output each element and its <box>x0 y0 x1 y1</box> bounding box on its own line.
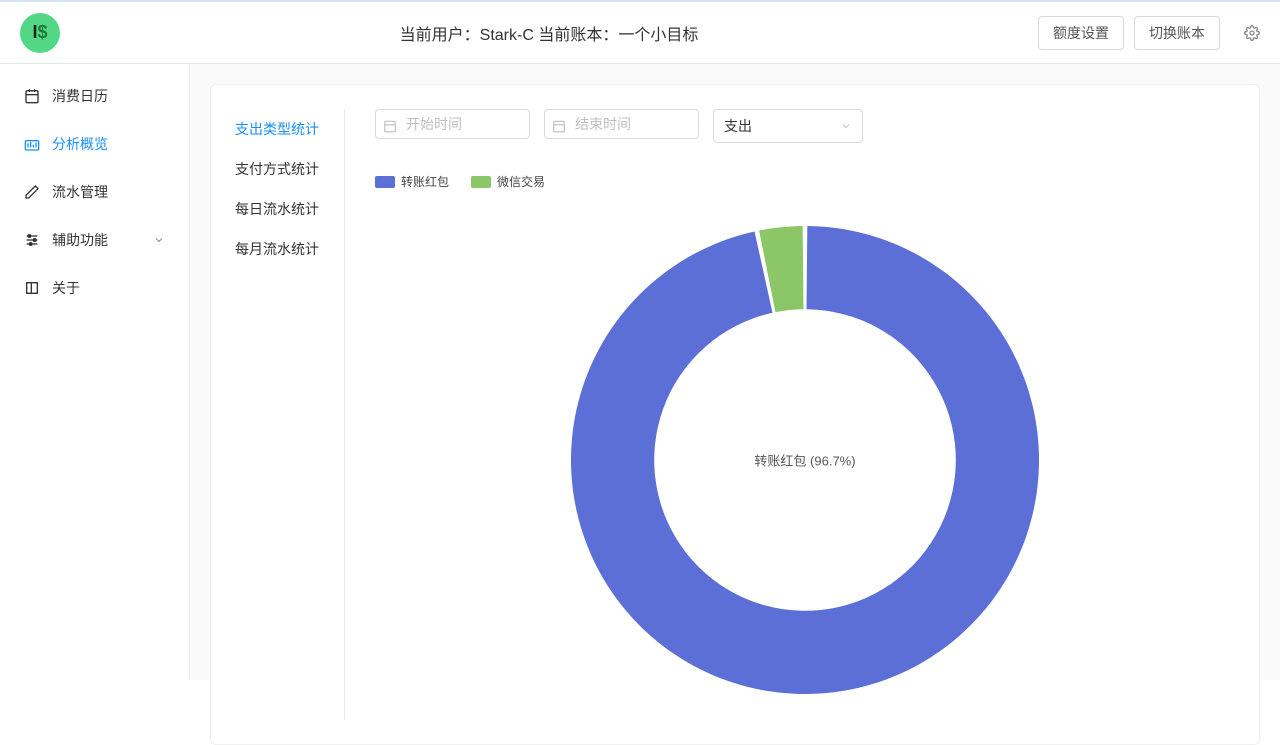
sidebar-item-label: 流水管理 <box>52 182 108 202</box>
book-icon <box>24 280 40 296</box>
legend-item-wechat[interactable]: 微信交易 <box>471 173 545 190</box>
start-date-field[interactable] <box>375 109 530 139</box>
header-title: 当前用户：Stark-C 当前账本：一个小目标 <box>60 21 1038 45</box>
end-date-field[interactable] <box>544 109 699 139</box>
sidebar-item-label: 消费日历 <box>52 86 108 106</box>
sidebar-item-calendar[interactable]: 消费日历 <box>0 72 189 120</box>
calendar-icon <box>24 88 40 104</box>
legend-item-transfer[interactable]: 转账红包 <box>375 173 449 190</box>
tab-monthly-flow[interactable]: 每月流水统计 <box>235 229 334 269</box>
sidebar-item-label: 分析概览 <box>52 134 108 154</box>
type-select[interactable]: 支出 <box>713 109 863 143</box>
tab-expense-type[interactable]: 支出类型统计 <box>235 109 334 149</box>
gear-icon[interactable] <box>1244 25 1260 41</box>
sliders-icon <box>24 232 40 248</box>
calendar-icon <box>383 119 397 133</box>
analytics-card: 支出类型统计 支付方式统计 每日流水统计 每月流水统计 支出 <box>210 84 1260 745</box>
sidebar-item-label: 辅助功能 <box>52 230 108 250</box>
end-date-input[interactable] <box>544 109 699 143</box>
tab-daily-flow[interactable]: 每日流水统计 <box>235 189 334 229</box>
switch-ledger-button[interactable]: 切换账本 <box>1134 16 1220 50</box>
chart-center-label: 转账红包 (96.7%) <box>754 451 855 470</box>
legend-label: 微信交易 <box>497 173 545 190</box>
sidebar: 消费日历 分析概览 流水管理 辅助功能 关于 <box>0 64 190 680</box>
sidebar-item-analytics[interactable]: 分析概览 <box>0 120 189 168</box>
edit-icon <box>24 184 40 200</box>
quota-settings-button[interactable]: 额度设置 <box>1038 16 1124 50</box>
stat-tabs: 支出类型统计 支付方式统计 每日流水统计 每月流水统计 <box>235 109 345 720</box>
sidebar-item-tools[interactable]: 辅助功能 <box>0 216 189 264</box>
legend-swatch <box>471 176 491 188</box>
header: I$ 当前用户：Stark-C 当前账本：一个小目标 额度设置 切换账本 <box>0 0 1280 64</box>
tab-payment-method[interactable]: 支付方式统计 <box>235 149 334 189</box>
calendar-icon <box>552 119 566 133</box>
start-date-input[interactable] <box>375 109 530 143</box>
sidebar-item-transactions[interactable]: 流水管理 <box>0 168 189 216</box>
select-value: 支出 <box>724 116 752 136</box>
sidebar-item-about[interactable]: 关于 <box>0 264 189 312</box>
filter-row: 支出 <box>375 109 1235 143</box>
donut-chart: 转账红包 (96.7%) <box>375 200 1235 720</box>
legend-label: 转账红包 <box>401 173 449 190</box>
chevron-down-icon <box>840 120 852 132</box>
chevron-down-icon <box>153 234 165 246</box>
app-logo: I$ <box>20 13 60 53</box>
chart-legend: 转账红包 微信交易 <box>375 173 1235 190</box>
content-area: 支出类型统计 支付方式统计 每日流水统计 每月流水统计 支出 <box>190 64 1280 680</box>
main-panel: 支出 转账红包 微信交易 转账红包 (96.7 <box>375 109 1235 720</box>
sidebar-item-label: 关于 <box>52 278 80 298</box>
header-actions: 额度设置 切换账本 <box>1038 16 1260 50</box>
dashboard-icon <box>24 136 40 152</box>
legend-swatch <box>375 176 395 188</box>
